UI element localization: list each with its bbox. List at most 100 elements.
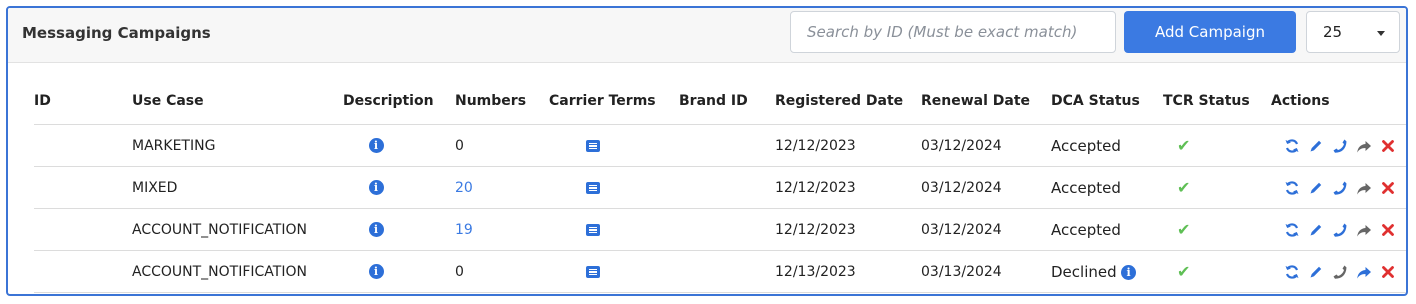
col-use-case-header: Use Case [132,78,343,125]
id-cell [34,208,132,251]
numbers-cell: 0 [455,124,549,167]
page-size-select[interactable]: 25 [1306,11,1400,53]
phone-icon[interactable] [1331,138,1349,154]
col-carrier-terms-header: Carrier Terms [549,78,679,125]
renewal-date-cell: 03/12/2024 [921,124,1051,167]
share-icon[interactable] [1355,138,1373,154]
tcr-status-cell: ✔ [1163,124,1271,167]
delete-icon[interactable] [1379,139,1397,153]
edit-icon[interactable] [1307,264,1325,280]
numbers-value: 0 [455,263,464,280]
info-icon[interactable]: i [368,180,384,195]
share-icon[interactable] [1355,222,1373,238]
numbers-cell: 0 [455,250,549,293]
check-icon: ✔ [1177,178,1191,197]
list-icon[interactable] [586,139,600,152]
tcr-status-cell: ✔ [1163,250,1271,293]
search-input[interactable] [790,11,1116,53]
list-icon[interactable] [586,223,600,236]
list-icon[interactable] [586,181,600,194]
renewal-date-cell: 03/12/2024 [921,166,1051,209]
check-icon: ✔ [1177,136,1191,155]
table-row: MIXED i 20 12/12/2023 03/12/2024 Accepted ✔ [34,166,1406,209]
edit-icon[interactable] [1307,222,1325,238]
check-icon: ✔ [1177,220,1191,239]
brand-id-cell [679,250,775,293]
col-numbers-header: Numbers [455,78,549,125]
description-cell: i [343,250,455,293]
registered-date-cell: 12/12/2023 [775,208,921,251]
edit-icon[interactable] [1307,180,1325,196]
edit-icon[interactable] [1307,138,1325,154]
phone-icon[interactable] [1331,180,1349,196]
delete-icon[interactable] [1379,181,1397,195]
id-cell [34,166,132,209]
actions-cell [1271,208,1406,251]
registered-date-cell: 12/12/2023 [775,166,921,209]
info-icon[interactable]: i [368,264,384,279]
carrier-terms-cell [549,208,679,251]
actions-cell [1271,166,1406,209]
brand-id-cell [679,208,775,251]
info-icon[interactable]: i [368,138,384,153]
delete-icon[interactable] [1379,265,1397,279]
col-description-header: Description [343,78,455,125]
use-case-cell: MIXED [132,166,343,209]
col-registered-date-header: Registered Date [775,78,921,125]
description-cell: i [343,166,455,209]
page-title: Messaging Campaigns [22,24,211,42]
description-cell: i [343,208,455,251]
table-row: ACCOUNT_NOTIFICATION i 0 12/13/2023 03/13/20… [34,250,1406,293]
numbers-value[interactable]: 20 [455,180,473,196]
table-header-row: ID Use Case Description Numbers Carrier Term… [34,78,1406,125]
renewal-date-cell: 03/12/2024 [921,208,1051,251]
actions-cell [1271,124,1406,167]
refresh-icon[interactable] [1283,138,1301,154]
dca-status-cell: Accepted [1051,124,1163,167]
numbers-value: 0 [455,137,464,154]
registered-date-cell: 12/12/2023 [775,124,921,167]
refresh-icon[interactable] [1283,264,1301,280]
refresh-icon[interactable] [1283,222,1301,238]
use-case-cell: ACCOUNT_NOTIFICATION [132,250,343,293]
brand-id-cell [679,166,775,209]
campaigns-table: ID Use Case Description Numbers Carrier Term… [34,78,1406,293]
table-row: MARKETING i 0 12/12/2023 03/12/2024 Accepted ✔ [34,124,1406,167]
tcr-status-cell: ✔ [1163,208,1271,251]
renewal-date-cell: 03/13/2024 [921,250,1051,293]
numbers-value[interactable]: 19 [455,222,473,238]
numbers-cell[interactable]: 20 [455,166,549,209]
page-size-value: 25 [1323,23,1343,41]
carrier-terms-cell [549,166,679,209]
actions-cell [1271,250,1406,293]
dca-status-cell: Accepted [1051,208,1163,251]
check-icon: ✔ [1177,262,1191,281]
phone-icon[interactable] [1331,264,1349,280]
col-brand-id-header: Brand ID [679,78,775,125]
add-campaign-button[interactable]: Add Campaign [1124,11,1296,53]
id-cell [34,124,132,167]
share-icon[interactable] [1355,180,1373,196]
dca-status-cell: Declined i [1051,250,1163,293]
carrier-terms-cell [549,250,679,293]
brand-id-cell [679,124,775,167]
list-icon[interactable] [586,265,600,278]
share-icon[interactable] [1355,264,1373,280]
chevron-down-icon [1377,31,1385,36]
col-actions-header: Actions [1271,78,1406,125]
tcr-status-cell: ✔ [1163,166,1271,209]
refresh-icon[interactable] [1283,180,1301,196]
col-id-header: ID [34,78,132,125]
dca-status-cell: Accepted [1051,166,1163,209]
info-icon[interactable]: i [1121,265,1137,280]
phone-icon[interactable] [1331,222,1349,238]
panel-header: Messaging Campaigns Add Campaign 25 [8,8,1406,63]
numbers-cell[interactable]: 19 [455,208,549,251]
dca-status-text: Accepted [1051,136,1121,155]
dca-status-text: Declined [1051,262,1117,281]
col-tcr-status-header: TCR Status [1163,78,1271,125]
delete-icon[interactable] [1379,223,1397,237]
info-icon[interactable]: i [368,222,384,237]
registered-date-cell: 12/13/2023 [775,250,921,293]
id-cell [34,250,132,293]
